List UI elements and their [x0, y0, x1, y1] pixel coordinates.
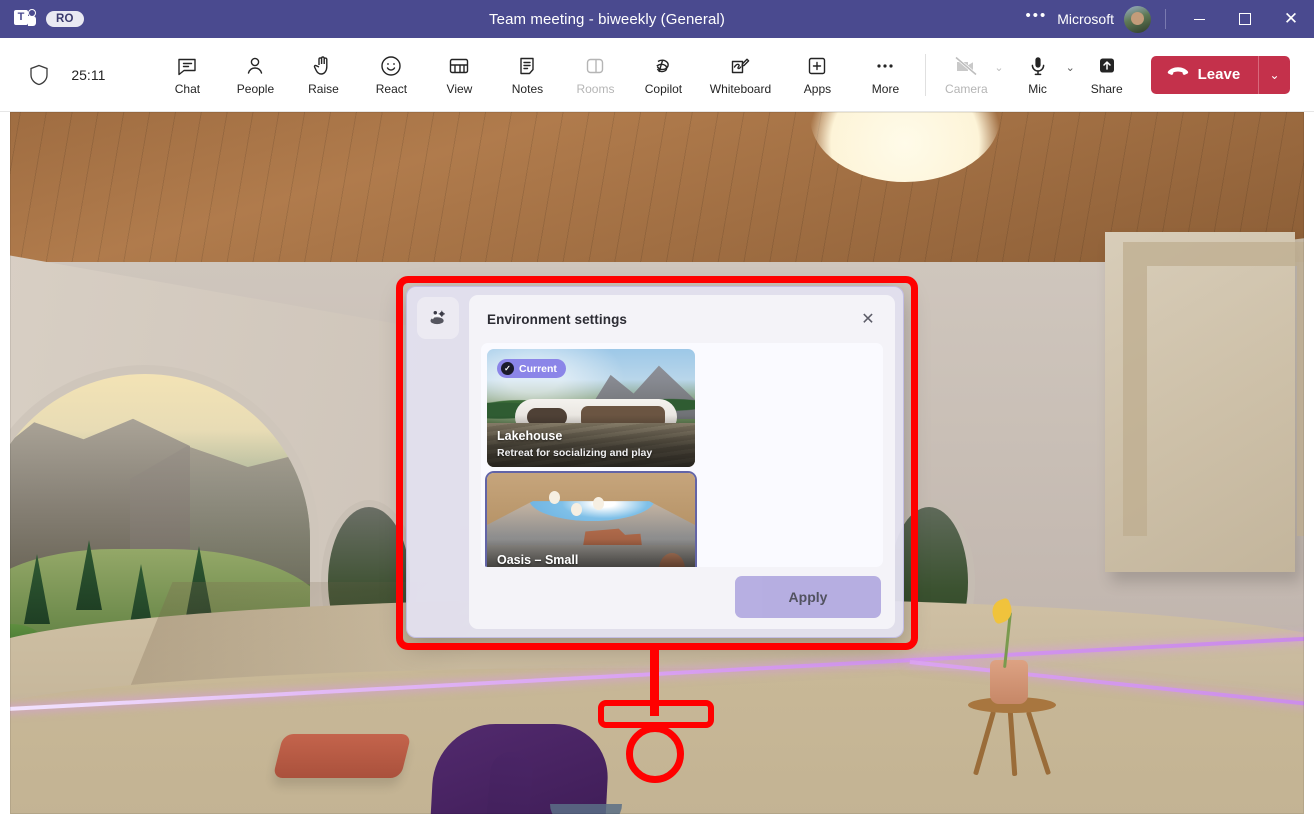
- environment-name: Oasis – Small: [497, 553, 578, 567]
- toolbar-item-label: Camera: [945, 83, 988, 96]
- raise-hand-icon: [311, 53, 335, 79]
- teams-logo-letter: T: [14, 10, 28, 25]
- toolbar-item-label: People: [237, 83, 274, 96]
- dialog-header: Environment settings ✕: [469, 295, 895, 343]
- camera-control-group: Camera ⌄: [932, 45, 1003, 105]
- close-icon[interactable]: ✕: [855, 306, 881, 332]
- wall-artwork: [1105, 232, 1295, 572]
- whiteboard-icon: [728, 53, 752, 79]
- minimize-button[interactable]: [1176, 0, 1222, 38]
- toolbar-item-label: React: [376, 83, 407, 96]
- environment-description: Retreat for socializing and play: [497, 447, 652, 459]
- environment-card-lakehouse[interactable]: ✓ Current Lakehouse Retreat for socializ…: [487, 349, 695, 467]
- toolbar-item-label: Apps: [804, 83, 831, 96]
- title-bar: T RO Team meeting - biweekly (General) •…: [0, 0, 1314, 38]
- mic-icon: [1026, 53, 1050, 79]
- leave-button[interactable]: Leave ⌄: [1151, 56, 1290, 94]
- mic-control-group: Mic ⌄: [1004, 45, 1075, 105]
- share-screen-icon: [1095, 53, 1119, 79]
- floor-cushion: [273, 734, 412, 778]
- dialog-title: Environment settings: [487, 312, 855, 327]
- pendant-lamp: [571, 503, 582, 516]
- meeting-toolbar: 25:11 Chat People: [0, 38, 1314, 112]
- teams-logo-body: [28, 16, 36, 26]
- toolbar-items: Chat People Raise: [153, 45, 919, 105]
- toolbar-item-label: Whiteboard: [710, 83, 771, 96]
- toolbar-item-view[interactable]: View: [425, 45, 493, 105]
- toolbar-item-label: Raise: [308, 83, 339, 96]
- react-smiley-icon: [379, 53, 403, 79]
- toolbar-item-share[interactable]: Share: [1075, 45, 1139, 105]
- camera-off-icon: [953, 53, 979, 79]
- chat-icon: [175, 53, 199, 79]
- toolbar-divider: [925, 54, 926, 96]
- dialog-footer: Apply: [469, 567, 895, 629]
- toolbar-item-label: View: [447, 83, 473, 96]
- toolbar-item-notes[interactable]: Notes: [493, 45, 561, 105]
- avatar[interactable]: [1124, 6, 1151, 33]
- dialog-rail: [407, 287, 469, 637]
- copilot-icon: [651, 53, 675, 79]
- environment-card-oasis-small[interactable]: Oasis – Small Meeting space for small gr…: [487, 473, 695, 567]
- people-icon: [243, 53, 267, 79]
- view-grid-icon: [447, 53, 471, 79]
- apply-button[interactable]: Apply: [735, 576, 881, 618]
- window-title: Team meeting - biweekly (General): [260, 11, 954, 28]
- toolbar-item-rooms[interactable]: Rooms: [561, 45, 629, 105]
- environment-settings-dialog-wrapper: Environment settings ✕: [398, 278, 912, 646]
- toolbar-item-raise[interactable]: Raise: [289, 45, 357, 105]
- toolbar-item-label: Copilot: [645, 83, 682, 96]
- breakout-rooms-icon: [583, 53, 607, 79]
- maximize-button[interactable]: [1222, 0, 1268, 38]
- toolbar-item-label: Chat: [175, 83, 200, 96]
- leave-chevron-down-icon[interactable]: ⌄: [1259, 56, 1290, 94]
- toolbar-item-label: Share: [1091, 83, 1123, 96]
- toolbar-item-whiteboard[interactable]: Whiteboard: [697, 45, 783, 105]
- environment-settings-icon[interactable]: [417, 297, 459, 339]
- vase: [990, 660, 1028, 704]
- toolbar-item-copilot[interactable]: Copilot: [629, 45, 697, 105]
- toolbar-item-more[interactable]: More: [851, 45, 919, 105]
- title-overflow-icon[interactable]: •••: [1025, 11, 1057, 27]
- pendant-lamp: [593, 497, 604, 510]
- dialog-panel: Environment settings ✕: [469, 295, 895, 629]
- teams-logo-icon: T: [14, 9, 36, 29]
- title-divider: [1165, 9, 1166, 29]
- status-badge-label: Current: [519, 363, 557, 375]
- check-icon: ✓: [501, 362, 514, 375]
- organization-label: Microsoft: [1057, 11, 1124, 27]
- camera-chevron-down-icon[interactable]: ⌄: [994, 61, 1003, 74]
- close-button[interactable]: ✕: [1268, 0, 1314, 38]
- toolbar-item-label: Rooms: [576, 83, 614, 96]
- more-ellipsis-icon: [873, 53, 897, 79]
- toolbar-item-react[interactable]: React: [357, 45, 425, 105]
- floor-lower: [10, 668, 1304, 814]
- toolbar-item-camera[interactable]: Camera: [932, 45, 1000, 105]
- notes-icon: [515, 53, 539, 79]
- title-bar-left: T RO: [0, 9, 260, 29]
- environment-name: Lakehouse: [497, 429, 562, 443]
- toolbar-item-chat[interactable]: Chat: [153, 45, 221, 105]
- environment-list: ✓ Current Lakehouse Retreat for socializ…: [481, 343, 883, 567]
- hangup-phone-icon: [1167, 66, 1189, 84]
- leave-button-label: Leave: [1198, 66, 1241, 83]
- mic-chevron-down-icon[interactable]: ⌄: [1066, 61, 1075, 74]
- shield-icon[interactable]: [18, 64, 59, 86]
- toolbar-item-label: More: [872, 83, 899, 96]
- leave-button-main[interactable]: Leave: [1151, 56, 1259, 94]
- toolbar-item-mic[interactable]: Mic: [1004, 45, 1072, 105]
- environment-settings-dialog: Environment settings ✕: [406, 286, 904, 638]
- meeting-timer: 25:11: [59, 67, 117, 83]
- avatar-participant-collar: [550, 804, 622, 814]
- teams-meeting-window: T RO Team meeting - biweekly (General) •…: [0, 0, 1314, 826]
- toolbar-item-people[interactable]: People: [221, 45, 289, 105]
- title-bar-right: ••• Microsoft ✕: [954, 0, 1314, 38]
- user-initials-badge[interactable]: RO: [46, 11, 84, 27]
- pendant-lamp: [549, 491, 560, 504]
- toolbar-item-label: Notes: [512, 83, 543, 96]
- toolbar-item-apps[interactable]: Apps: [783, 45, 851, 105]
- toolbar-item-label: Mic: [1028, 83, 1047, 96]
- apps-plus-icon: [805, 53, 829, 79]
- status-badge: ✓ Current: [497, 359, 566, 378]
